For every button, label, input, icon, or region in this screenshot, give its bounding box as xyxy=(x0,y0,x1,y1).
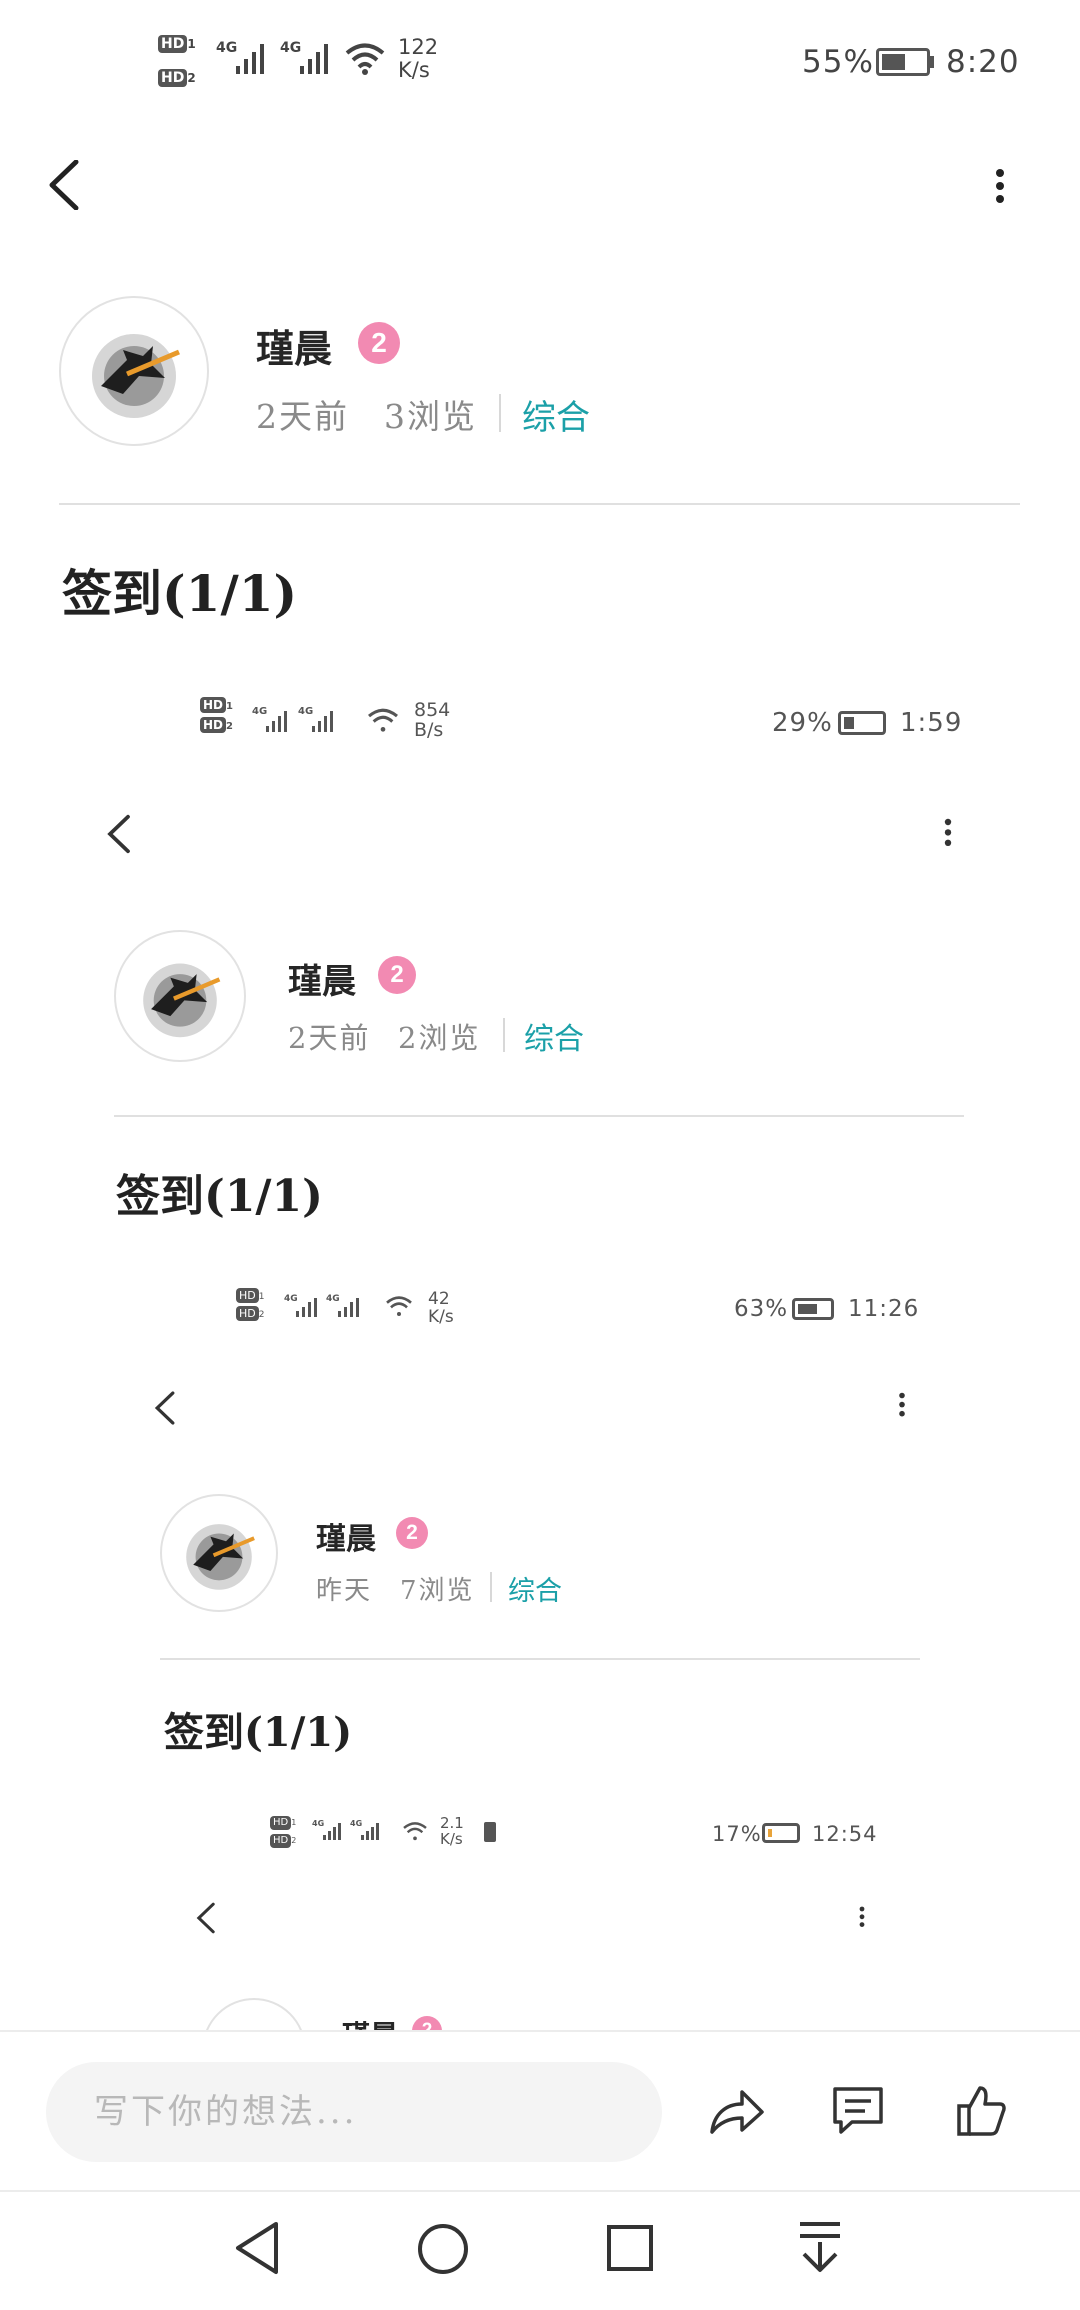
embedded-clock-3: 12:54 xyxy=(812,1822,878,1846)
embedded-clipped-row: 瑾晨 2 xyxy=(0,1990,1080,2030)
embedded-battery-percent-2: 63% xyxy=(734,1296,789,1322)
more-vertical-icon[interactable] xyxy=(990,168,1010,208)
embedded-battery-icon-2 xyxy=(792,1298,834,1320)
clock: 8:20 xyxy=(946,44,1020,80)
embedded-wifi-icon-3 xyxy=(403,1822,427,1841)
embedded-menu-icon-3 xyxy=(859,1906,865,1927)
hd-icon-2: HD 2 xyxy=(158,68,196,87)
embedded-clock-2: 11:26 xyxy=(848,1296,920,1322)
post-time: 2天前 xyxy=(256,397,349,436)
embedded-hd-icons: HD 1 HD 2 xyxy=(200,697,233,733)
embedded-menu-icon-2 xyxy=(899,1392,905,1417)
wifi-icon xyxy=(345,43,385,75)
embedded-views: 2浏览 xyxy=(398,1021,481,1055)
battery-percent: 55% xyxy=(802,44,874,80)
embedded-category-2: 综合 xyxy=(508,1576,562,1607)
embedded-time-2: 昨天 xyxy=(316,1576,373,1606)
comment-bar-top-border xyxy=(0,2030,1080,2032)
network-type-2: 4G xyxy=(280,40,302,56)
embedded-level-badge-2: 2 xyxy=(396,1517,428,1549)
signal-icon-2 xyxy=(300,44,328,74)
embedded-divider xyxy=(503,1018,505,1052)
embedded-header-divider-2 xyxy=(160,1658,920,1660)
avatar-image xyxy=(92,334,180,418)
embedded-level-badge: 2 xyxy=(378,956,416,994)
embedded-level-badge-3: 2 xyxy=(412,2016,442,2030)
battery-nub xyxy=(930,56,934,68)
back-chevron-icon[interactable] xyxy=(44,160,84,210)
embedded-signal-icons-3: 4G 4G xyxy=(312,1819,379,1840)
embedded-speed-2: 42 K/s xyxy=(428,1289,454,1327)
svg-text:4G: 4G xyxy=(326,1294,340,1304)
author-name[interactable]: 瑾晨 xyxy=(256,318,332,373)
embedded-time: 2天前 xyxy=(288,1021,371,1055)
svg-text:4G: 4G xyxy=(298,706,313,717)
embedded-views-2: 7浏览 xyxy=(400,1576,475,1606)
embedded-battery-icon xyxy=(838,711,886,735)
view-count: 3浏览 xyxy=(384,397,477,436)
embedded-back-icon xyxy=(107,814,130,854)
svg-text:4G: 4G xyxy=(252,706,267,717)
level-badge: 2 xyxy=(358,322,400,364)
svg-text:4G: 4G xyxy=(350,1819,362,1828)
signal-icon-1 xyxy=(236,44,264,74)
embedded-category: 综合 xyxy=(524,1022,584,1057)
embedded-wifi-icon-2 xyxy=(386,1296,412,1316)
embedded-speed: 854 B/s xyxy=(414,699,451,741)
download-arrow-icon[interactable] xyxy=(796,2220,844,2276)
embedded-wifi-icon xyxy=(368,708,398,732)
embedded-avatar-2 xyxy=(160,1494,278,1612)
embedded-back-icon-2 xyxy=(154,1391,175,1425)
post-title: 签到(1/1) xyxy=(62,564,298,623)
thumbs-up-icon[interactable] xyxy=(956,2084,1006,2138)
embedded-avatar-image xyxy=(143,963,221,1038)
network-speed: 122 K/s xyxy=(398,35,439,82)
embedded-hd-icons-2: HD 1 HD 2 xyxy=(236,1286,264,1321)
hd-icon-1: HD 1 xyxy=(158,34,196,53)
embedded-speed-3: 2.1 K/s xyxy=(440,1814,464,1848)
embedded-battery-percent-3: 17% xyxy=(712,1822,762,1846)
embedded-clock: 1:59 xyxy=(900,708,963,738)
embedded-battery-icon-3 xyxy=(762,1823,800,1843)
comment-input[interactable] xyxy=(46,2062,662,2162)
category-tag[interactable]: 综合 xyxy=(522,390,590,439)
embedded-menu-icon xyxy=(944,818,952,846)
embedded-charging-icon xyxy=(484,1822,496,1842)
embedded-header-divider xyxy=(114,1115,964,1117)
avatar[interactable] xyxy=(59,296,209,446)
embedded-divider-2 xyxy=(490,1572,492,1602)
embedded-avatar-3 xyxy=(202,1998,306,2030)
embedded-avatar-image-2 xyxy=(186,1524,255,1590)
nav-bar-top-border xyxy=(0,2190,1080,2192)
meta-divider xyxy=(499,394,501,432)
embedded-signal-icons-2: 4G 4G xyxy=(284,1294,359,1317)
svg-text:4G: 4G xyxy=(284,1294,298,1304)
header-divider xyxy=(59,503,1020,505)
svg-text:4G: 4G xyxy=(312,1819,324,1828)
embedded-author: 瑾晨 xyxy=(288,962,356,1002)
system-nav-bar xyxy=(0,2190,1080,2310)
square-recents-icon[interactable] xyxy=(606,2224,654,2272)
embedded-avatar xyxy=(114,930,246,1062)
comment-icon[interactable] xyxy=(830,2084,886,2138)
share-icon[interactable] xyxy=(708,2086,766,2138)
embedded-author-2: 瑾晨 xyxy=(316,1522,376,1557)
embedded-author-3: 瑾晨 xyxy=(342,2014,398,2030)
battery-icon xyxy=(876,48,930,76)
network-type-1: 4G xyxy=(216,40,238,56)
embedded-hd-icons-3: HD 1 HD 2 xyxy=(270,1812,296,1848)
embedded-title: 签到(1/1) xyxy=(116,1171,323,1222)
embedded-battery-percent: 29% xyxy=(772,708,833,738)
circle-home-icon[interactable] xyxy=(416,2222,470,2276)
triangle-back-icon[interactable] xyxy=(232,2220,282,2276)
embedded-signal-icons: 4G 4G xyxy=(252,706,333,732)
embedded-back-icon-3 xyxy=(196,1902,215,1934)
embedded-title-2: 签到(1/1) xyxy=(164,1709,353,1756)
